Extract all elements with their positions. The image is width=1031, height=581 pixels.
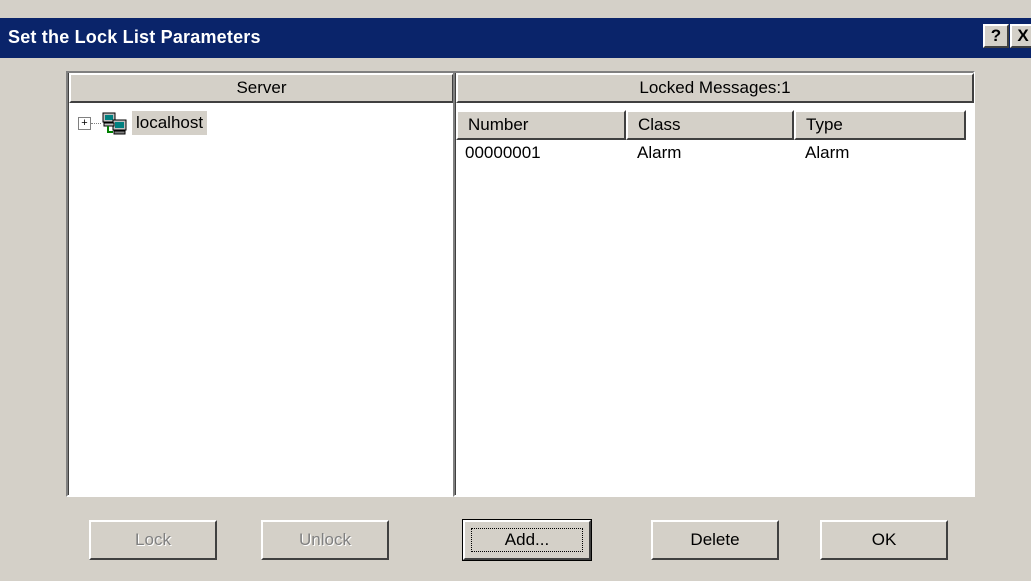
server-header[interactable]: Server	[69, 73, 454, 103]
tree-connector	[91, 123, 101, 124]
help-button[interactable]: ?	[983, 24, 1009, 48]
add-button-label: Add...	[504, 530, 550, 549]
expand-icon[interactable]: +	[78, 117, 91, 130]
column-header-class[interactable]: Class	[626, 110, 794, 140]
tree-item-label[interactable]: localhost	[132, 111, 208, 135]
add-button[interactable]: Add...	[462, 519, 592, 561]
messages-list[interactable]: Number Class Type 00000001 Alarm Alarm	[456, 110, 974, 495]
lock-list-dialog: Set the Lock List Parameters ? X Server …	[0, 0, 1031, 581]
cell-class: Alarm	[637, 143, 682, 162]
messages-header: Locked Messages:1	[456, 73, 974, 103]
ok-button[interactable]: OK	[820, 520, 948, 560]
table-row[interactable]: 00000001 Alarm Alarm	[456, 140, 966, 164]
dialog-title: Set the Lock List Parameters	[8, 27, 261, 47]
server-panel: Server + localhost	[66, 71, 455, 497]
delete-button[interactable]: Delete	[651, 520, 779, 560]
column-header-type[interactable]: Type	[794, 110, 966, 140]
unlock-button[interactable]: Unlock	[261, 520, 389, 560]
server-computer-icon	[102, 112, 128, 136]
cell-type: Alarm	[805, 143, 850, 162]
title-bar[interactable]: Set the Lock List Parameters ? X	[0, 18, 1031, 58]
close-button[interactable]: X	[1010, 24, 1031, 48]
messages-panel: Locked Messages:1 Number Class Type 0000…	[453, 71, 975, 497]
column-header-number[interactable]: Number	[456, 110, 626, 140]
lock-button[interactable]: Lock	[89, 520, 217, 560]
cell-number: 00000001	[465, 143, 541, 162]
tree-item-localhost[interactable]: + localhost	[78, 111, 278, 137]
